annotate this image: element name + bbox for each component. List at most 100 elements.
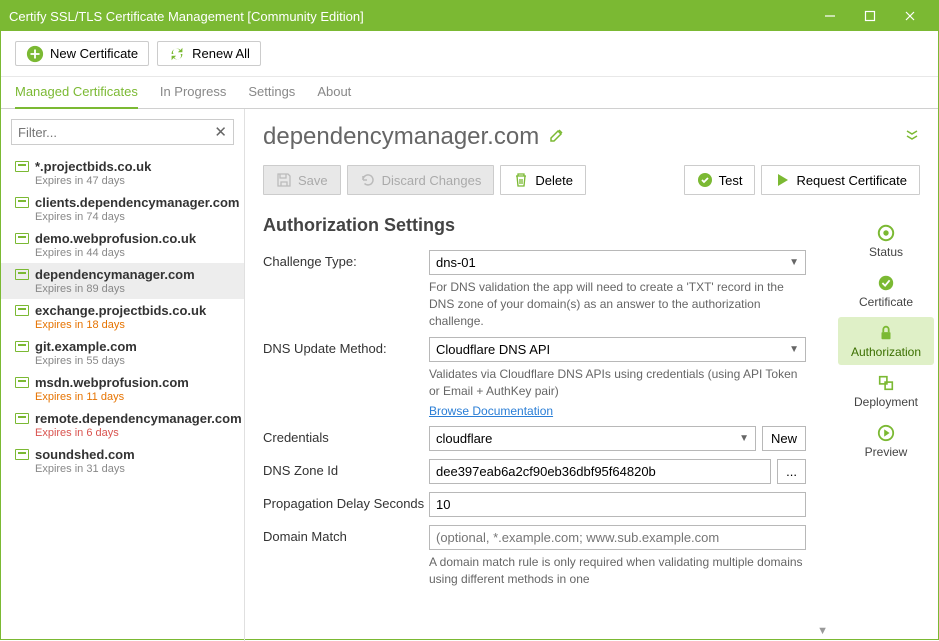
sidebar: ✕ *.projectbids.co.ukExpires in 47 daysc…: [1, 109, 245, 641]
side-tabs: Status Certificate Authorization Deploym…: [834, 209, 938, 641]
credentials-select[interactable]: cloudflare▼: [429, 426, 756, 451]
action-row: Save Discard Changes Delete Test Request…: [245, 161, 938, 209]
challenge-type-label: Challenge Type:: [263, 250, 429, 269]
main-pane: dependencymanager.com Save Discard Chang…: [245, 109, 938, 641]
cert-list-item[interactable]: remote.dependencymanager.comExpires in 6…: [1, 407, 244, 443]
cert-expiry: Expires in 11 days: [35, 391, 234, 403]
side-tab-status[interactable]: Status: [838, 217, 934, 265]
side-tab-preview[interactable]: Preview: [838, 417, 934, 465]
zone-id-input[interactable]: [429, 459, 771, 484]
challenge-type-select[interactable]: dns-01▼: [429, 250, 806, 275]
request-certificate-button[interactable]: Request Certificate: [761, 165, 920, 195]
domain-match-label: Domain Match: [263, 525, 429, 544]
tab-settings[interactable]: Settings: [248, 77, 295, 109]
panel-title: Authorization Settings: [263, 215, 806, 236]
certificate-icon: [15, 233, 29, 244]
chevron-down-icon: ▼: [789, 344, 799, 355]
certificate-icon: [15, 449, 29, 460]
clear-filter-icon[interactable]: ✕: [214, 123, 227, 141]
renew-all-label: Renew All: [192, 46, 250, 61]
zone-id-label: DNS Zone Id: [263, 459, 429, 478]
maximize-button[interactable]: [850, 1, 890, 31]
cert-list-item[interactable]: exchange.projectbids.co.ukExpires in 18 …: [1, 299, 244, 335]
request-label: Request Certificate: [796, 173, 907, 188]
dns-method-select[interactable]: Cloudflare DNS API▼: [429, 337, 806, 362]
window-controls: [810, 1, 930, 31]
tab-in-progress[interactable]: In Progress: [160, 77, 226, 109]
cert-expiry: Expires in 89 days: [35, 283, 234, 295]
window-title: Certify SSL/TLS Certificate Management […: [9, 9, 810, 24]
cert-name: msdn.webprofusion.com: [35, 375, 189, 390]
save-label: Save: [298, 173, 328, 188]
renew-all-button[interactable]: Renew All: [157, 41, 261, 66]
delete-button[interactable]: Delete: [500, 165, 586, 195]
cert-name: clients.dependencymanager.com: [35, 195, 239, 210]
cert-list-item[interactable]: demo.webprofusion.co.ukExpires in 44 day…: [1, 227, 244, 263]
test-button[interactable]: Test: [684, 165, 756, 195]
cert-name: demo.webprofusion.co.uk: [35, 231, 196, 246]
filter-box: ✕: [11, 119, 234, 145]
cert-name: git.example.com: [35, 339, 137, 354]
challenge-type-hint: For DNS validation the app will need to …: [429, 279, 806, 329]
discard-button: Discard Changes: [347, 165, 495, 195]
cert-list-item[interactable]: dependencymanager.comExpires in 89 days: [1, 263, 244, 299]
form-panel: ▲ Authorization Settings Challenge Type:…: [245, 209, 834, 641]
domain-match-input[interactable]: [429, 525, 806, 550]
cert-list-item[interactable]: clients.dependencymanager.comExpires in …: [1, 191, 244, 227]
trash-icon: [513, 172, 529, 188]
lock-icon: [876, 323, 896, 343]
zone-browse-button[interactable]: ...: [777, 459, 806, 484]
cert-expiry: Expires in 31 days: [35, 463, 234, 475]
new-credentials-button[interactable]: New: [762, 426, 806, 451]
side-tab-certificate[interactable]: Certificate: [838, 267, 934, 315]
cert-expiry: Expires in 74 days: [35, 211, 234, 223]
cert-list-item[interactable]: soundshed.comExpires in 31 days: [1, 443, 244, 479]
dns-method-hint: Validates via Cloudflare DNS APIs using …: [429, 366, 806, 400]
certificate-icon: [15, 377, 29, 388]
expand-chevron-icon[interactable]: [904, 127, 920, 148]
cert-name: dependencymanager.com: [35, 267, 195, 282]
close-button[interactable]: [890, 1, 930, 31]
domain-match-hint: A domain match rule is only required whe…: [429, 554, 806, 588]
play-icon: [774, 172, 790, 188]
scroll-down-icon[interactable]: ▼: [817, 625, 828, 637]
nav-tabs: Managed Certificates In Progress Setting…: [1, 77, 938, 109]
save-icon: [276, 172, 292, 188]
cert-expiry: Expires in 44 days: [35, 247, 234, 259]
minimize-button[interactable]: [810, 1, 850, 31]
test-label: Test: [719, 173, 743, 188]
tab-about[interactable]: About: [317, 77, 351, 109]
deploy-icon: [876, 373, 896, 393]
tab-managed-certificates[interactable]: Managed Certificates: [15, 77, 138, 109]
certificate-icon: [15, 269, 29, 280]
certificate-icon: [15, 341, 29, 352]
certificate-list[interactable]: *.projectbids.co.ukExpires in 47 dayscli…: [1, 155, 244, 641]
discard-label: Discard Changes: [382, 173, 482, 188]
edit-title-icon[interactable]: [549, 127, 565, 148]
certificate-icon: [15, 413, 29, 424]
cert-list-item[interactable]: msdn.webprofusion.comExpires in 11 days: [1, 371, 244, 407]
cert-list-item[interactable]: *.projectbids.co.ukExpires in 47 days: [1, 155, 244, 191]
status-icon: [876, 223, 896, 243]
save-button: Save: [263, 165, 341, 195]
new-certificate-button[interactable]: New Certificate: [15, 41, 149, 66]
cert-name: *.projectbids.co.uk: [35, 159, 151, 174]
browse-documentation-link[interactable]: Browse Documentation: [429, 404, 806, 418]
cert-name: soundshed.com: [35, 447, 135, 462]
cert-expiry: Expires in 47 days: [35, 175, 234, 187]
undo-icon: [360, 172, 376, 188]
certificate-icon: [15, 197, 29, 208]
propagation-delay-input[interactable]: [429, 492, 806, 517]
cert-expiry: Expires in 55 days: [35, 355, 234, 367]
certificate-icon: [15, 305, 29, 316]
new-certificate-label: New Certificate: [50, 46, 138, 61]
cert-list-item[interactable]: git.example.comExpires in 55 days: [1, 335, 244, 371]
certificate-icon: [876, 273, 896, 293]
certificate-icon: [15, 161, 29, 172]
page-title: dependencymanager.com: [263, 123, 539, 151]
chevron-down-icon: ▼: [739, 433, 749, 444]
filter-input[interactable]: [18, 125, 214, 140]
side-tab-deployment[interactable]: Deployment: [838, 367, 934, 415]
cert-expiry: Expires in 6 days: [35, 427, 234, 439]
side-tab-authorization[interactable]: Authorization: [838, 317, 934, 365]
